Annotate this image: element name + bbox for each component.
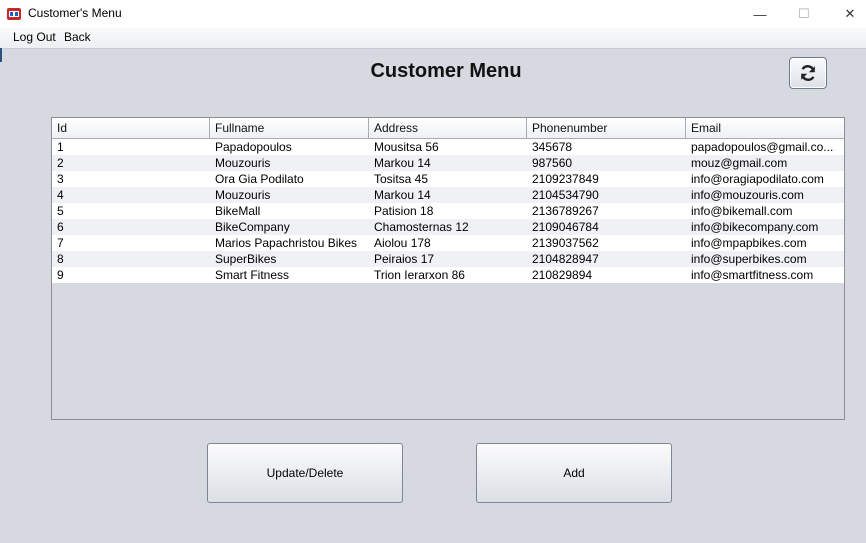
table-cell[interactable]: 2139037562 bbox=[527, 235, 686, 251]
table-cell[interactable]: Papadopoulos bbox=[210, 139, 369, 155]
title-bar: Customer's Menu — ☐ ✕ bbox=[0, 0, 866, 28]
table-row[interactable]: 2 Mouzouris Markou 14 987560 mouz@gmail.com bbox=[52, 155, 844, 171]
table-cell[interactable]: 3 bbox=[52, 171, 210, 187]
refresh-button[interactable] bbox=[789, 57, 827, 89]
table-header: Id Fullname Address Phonenumber Email bbox=[52, 118, 844, 139]
table-cell[interactable]: 1 bbox=[52, 139, 210, 155]
table-cell[interactable]: 7 bbox=[52, 235, 210, 251]
table-cell[interactable]: 2104828947 bbox=[527, 251, 686, 267]
table-cell[interactable]: Markou 14 bbox=[369, 187, 527, 203]
add-button[interactable]: Add bbox=[476, 443, 672, 503]
table-cell[interactable]: Tositsa 45 bbox=[369, 171, 527, 187]
table-cell[interactable]: info@mpapbikes.com bbox=[686, 235, 844, 251]
table-cell[interactable]: 6 bbox=[52, 219, 210, 235]
table-cell[interactable]: info@oragiapodilato.com bbox=[686, 171, 844, 187]
java-app-icon bbox=[7, 8, 21, 20]
table-cell[interactable]: 9 bbox=[52, 267, 210, 283]
close-button[interactable]: ✕ bbox=[827, 0, 866, 28]
table-cell[interactable]: Trion Ierarxon 86 bbox=[369, 267, 527, 283]
logout-menu-item[interactable]: Log Out bbox=[13, 30, 56, 44]
table-cell[interactable]: Smart Fitness bbox=[210, 267, 369, 283]
table-cell[interactable]: BikeMall bbox=[210, 203, 369, 219]
table-row[interactable]: 5 BikeMall Patision 18 2136789267 info@bikem… bbox=[52, 203, 844, 219]
table-cell[interactable]: 8 bbox=[52, 251, 210, 267]
menu-bar: Log Out Back bbox=[0, 28, 866, 49]
table-cell[interactable]: 2104534790 bbox=[527, 187, 686, 203]
table-cell[interactable]: Markou 14 bbox=[369, 155, 527, 171]
table-cell[interactable]: Chamosternas 12 bbox=[369, 219, 527, 235]
table-cell[interactable]: 2109237849 bbox=[527, 171, 686, 187]
refresh-icon bbox=[801, 65, 815, 81]
table-cell[interactable]: BikeCompany bbox=[210, 219, 369, 235]
table-cell[interactable]: papadopoulos@gmail.co... bbox=[686, 139, 844, 155]
maximize-button[interactable]: ☐ bbox=[781, 0, 827, 28]
table-cell[interactable]: 345678 bbox=[527, 139, 686, 155]
update-delete-button[interactable]: Update/Delete bbox=[207, 443, 403, 503]
window-title: Customer's Menu bbox=[28, 6, 122, 20]
table-cell[interactable]: Patision 18 bbox=[369, 203, 527, 219]
table-cell[interactable]: info@superbikes.com bbox=[686, 251, 844, 267]
table-cell[interactable]: Marios Papachristou Bikes bbox=[210, 235, 369, 251]
table-cell[interactable]: 2136789267 bbox=[527, 203, 686, 219]
table-cell[interactable]: info@mouzouris.com bbox=[686, 187, 844, 203]
table-row[interactable]: 9 Smart Fitness Trion Ierarxon 86 210829894… bbox=[52, 267, 844, 283]
column-header-id[interactable]: Id bbox=[52, 118, 210, 138]
customer-table[interactable]: Id Fullname Address Phonenumber Email 1P… bbox=[51, 117, 845, 420]
table-cell[interactable]: 2 bbox=[52, 155, 210, 171]
table-row[interactable]: 1 Papadopoulos Mousitsa 56 345678 papadopoul… bbox=[52, 139, 844, 155]
table-cell[interactable]: Ora Gia Podilato bbox=[210, 171, 369, 187]
column-header-email[interactable]: Email bbox=[686, 118, 844, 138]
minimize-button[interactable]: — bbox=[737, 0, 783, 28]
table-cell[interactable]: info@bikecompany.com bbox=[686, 219, 844, 235]
table-cell[interactable]: 4 bbox=[52, 187, 210, 203]
table-cell[interactable]: info@smartfitness.com bbox=[686, 267, 844, 283]
table-cell[interactable]: Aiolou 178 bbox=[369, 235, 527, 251]
table-cell[interactable]: Mousitsa 56 bbox=[369, 139, 527, 155]
column-header-phonenumber[interactable]: Phonenumber bbox=[527, 118, 686, 138]
column-header-fullname[interactable]: Fullname bbox=[210, 118, 369, 138]
table-cell[interactable]: 2109046784 bbox=[527, 219, 686, 235]
table-row[interactable]: 8 SuperBikes Peiraios 17 2104828947 info@sup… bbox=[52, 251, 844, 267]
table-cell[interactable]: SuperBikes bbox=[210, 251, 369, 267]
table-cell[interactable]: Mouzouris bbox=[210, 155, 369, 171]
column-header-address[interactable]: Address bbox=[369, 118, 527, 138]
table-row[interactable]: 4 Mouzouris Markou 14 2104534790 info@mouzou… bbox=[52, 187, 844, 203]
table-row[interactable]: 6 BikeCompany Chamosternas 12 2109046784 inf… bbox=[52, 219, 844, 235]
table-row[interactable]: 3 Ora Gia Podilato Tositsa 45 2109237849 inf… bbox=[52, 171, 844, 187]
table-cell[interactable]: 5 bbox=[52, 203, 210, 219]
table-cell[interactable]: 987560 bbox=[527, 155, 686, 171]
table-cell[interactable]: 210829894 bbox=[527, 267, 686, 283]
table-cell[interactable]: Mouzouris bbox=[210, 187, 369, 203]
table-row[interactable]: 7 Marios Papachristou Bikes Aiolou 178 2139… bbox=[52, 235, 844, 251]
table-cell[interactable]: Peiraios 17 bbox=[369, 251, 527, 267]
page-title: Customer Menu bbox=[370, 60, 522, 82]
table-cell[interactable]: mouz@gmail.com bbox=[686, 155, 844, 171]
table-body: 1 Papadopoulos Mousitsa 56 345678 papadopoul… bbox=[52, 139, 844, 283]
table-cell[interactable]: info@bikemall.com bbox=[686, 203, 844, 219]
back-menu-item[interactable]: Back bbox=[64, 30, 91, 44]
